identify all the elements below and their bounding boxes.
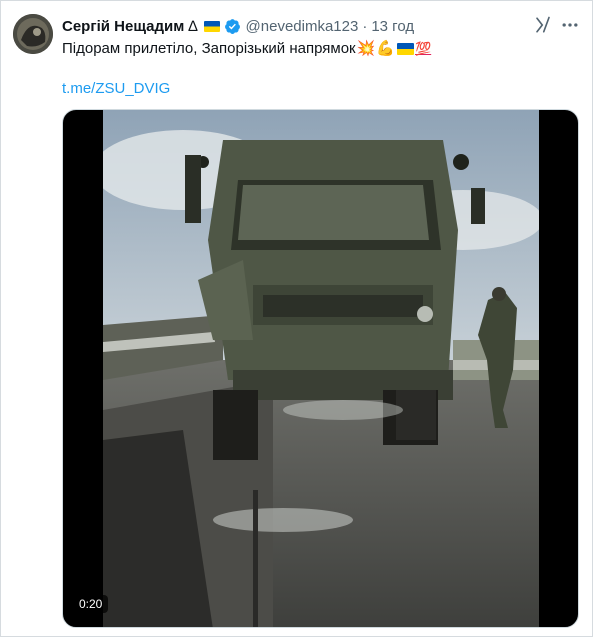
ukraine-flag-icon <box>203 20 220 32</box>
avatar-image <box>13 14 53 54</box>
verified-badge-icon <box>224 18 240 34</box>
video-player[interactable]: 0:20 <box>62 109 579 628</box>
name-symbol: ∆ <box>188 17 198 35</box>
author-name[interactable]: Сергій Нещадим <box>62 18 184 35</box>
grok-icon[interactable] <box>534 16 552 34</box>
separator-dot: · <box>362 17 368 35</box>
tweet-text-body: Підорам прилетіло, Запорізький напрямок <box>62 40 356 57</box>
tweet-text: Підорам прилетіло, Запорізький напрямок💥… <box>62 39 431 59</box>
flexed-biceps-emoji: 💪 <box>376 40 395 58</box>
more-options-icon[interactable] <box>560 15 580 35</box>
tweet-header: Сергій Нещадим ∆ @nevedimka123 · 13 год <box>62 16 414 36</box>
timestamp[interactable]: 13 год <box>371 18 414 35</box>
hundred-points-emoji: 💯 <box>414 41 432 57</box>
tweet-card[interactable]: Сергій Нещадим ∆ @nevedimka123 · 13 год … <box>0 0 593 637</box>
telegram-link[interactable]: t.me/ZSU_DVIG <box>62 80 170 97</box>
collision-emoji: 💥 <box>356 40 376 58</box>
avatar[interactable] <box>13 14 53 54</box>
video-duration: 0:20 <box>73 595 109 613</box>
video-frame-image <box>103 110 539 627</box>
ukraine-flag-emoji <box>396 43 414 56</box>
author-handle[interactable]: @nevedimka123 <box>246 18 359 35</box>
